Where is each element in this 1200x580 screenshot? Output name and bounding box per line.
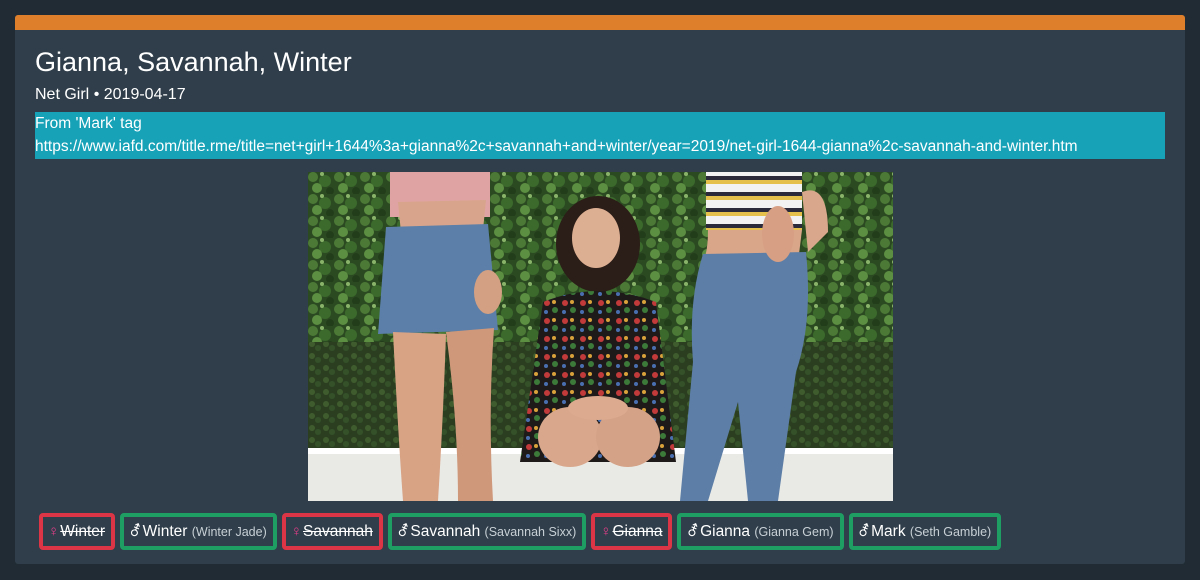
tag-added-winter[interactable]: ⚦Winter (Winter Jade): [120, 513, 277, 550]
scene-card: Gianna, Savannah, Winter Net Girl • 2019…: [15, 15, 1185, 564]
source-url-link[interactable]: https://www.iafd.com/title.rme/title=net…: [35, 135, 1165, 158]
tag-name: Savannah: [303, 523, 373, 540]
tag-name: Mark: [871, 523, 906, 540]
tag-removed-winter[interactable]: ♀Winter: [39, 513, 116, 550]
release-date: 2019-04-17: [103, 86, 186, 103]
thumbnail-image: [308, 172, 893, 501]
tag-removed-savannah[interactable]: ♀Savannah: [281, 513, 383, 550]
tag-name: Savannah: [410, 523, 481, 540]
tag-alias: (Seth Gamble): [909, 525, 992, 539]
studio-name[interactable]: Net Girl: [35, 86, 89, 103]
tag-source-label: From 'Mark' tag: [35, 115, 142, 132]
tag-name: Gianna: [700, 523, 751, 540]
scene-title: Gianna, Savannah, Winter: [35, 47, 352, 77]
scene-thumbnail[interactable]: [308, 172, 893, 501]
tag-name: Winter: [60, 523, 106, 540]
tag-alias: (Gianna Gem): [754, 525, 834, 539]
tag-source-info: From 'Mark' tag https://www.iafd.com/tit…: [35, 112, 1165, 159]
card-top-bar: [15, 15, 1185, 30]
male-female-icon: ⚦: [686, 523, 700, 540]
tag-alias: (Winter Jade): [191, 525, 267, 539]
female-icon: ♀: [600, 523, 612, 540]
tag-alias: (Savannah Sixx): [484, 525, 577, 539]
female-icon: ♀: [48, 523, 60, 540]
tag-added-savannah[interactable]: ⚦Savannah (Savannah Sixx): [387, 513, 587, 550]
tag-added-mark[interactable]: ⚦Mark (Seth Gamble): [848, 513, 1002, 550]
subtitle-separator: •: [93, 86, 100, 103]
male-female-icon: ⚦: [396, 523, 410, 540]
tag-name: Winter: [142, 523, 188, 540]
female-icon: ♀: [290, 523, 303, 540]
performer-tag-list: ♀Winter ⚦Winter (Winter Jade) ♀Savannah ⚦Sa…: [39, 513, 1006, 551]
tag-added-gianna[interactable]: ⚦Gianna (Gianna Gem): [677, 513, 844, 550]
scene-subtitle: Net Girl • 2019-04-17: [35, 85, 186, 105]
male-female-icon: ⚦: [857, 523, 871, 540]
tag-removed-gianna[interactable]: ♀Gianna: [591, 513, 673, 550]
male-female-icon: ⚦: [129, 523, 142, 540]
tag-name: Gianna: [612, 523, 663, 540]
